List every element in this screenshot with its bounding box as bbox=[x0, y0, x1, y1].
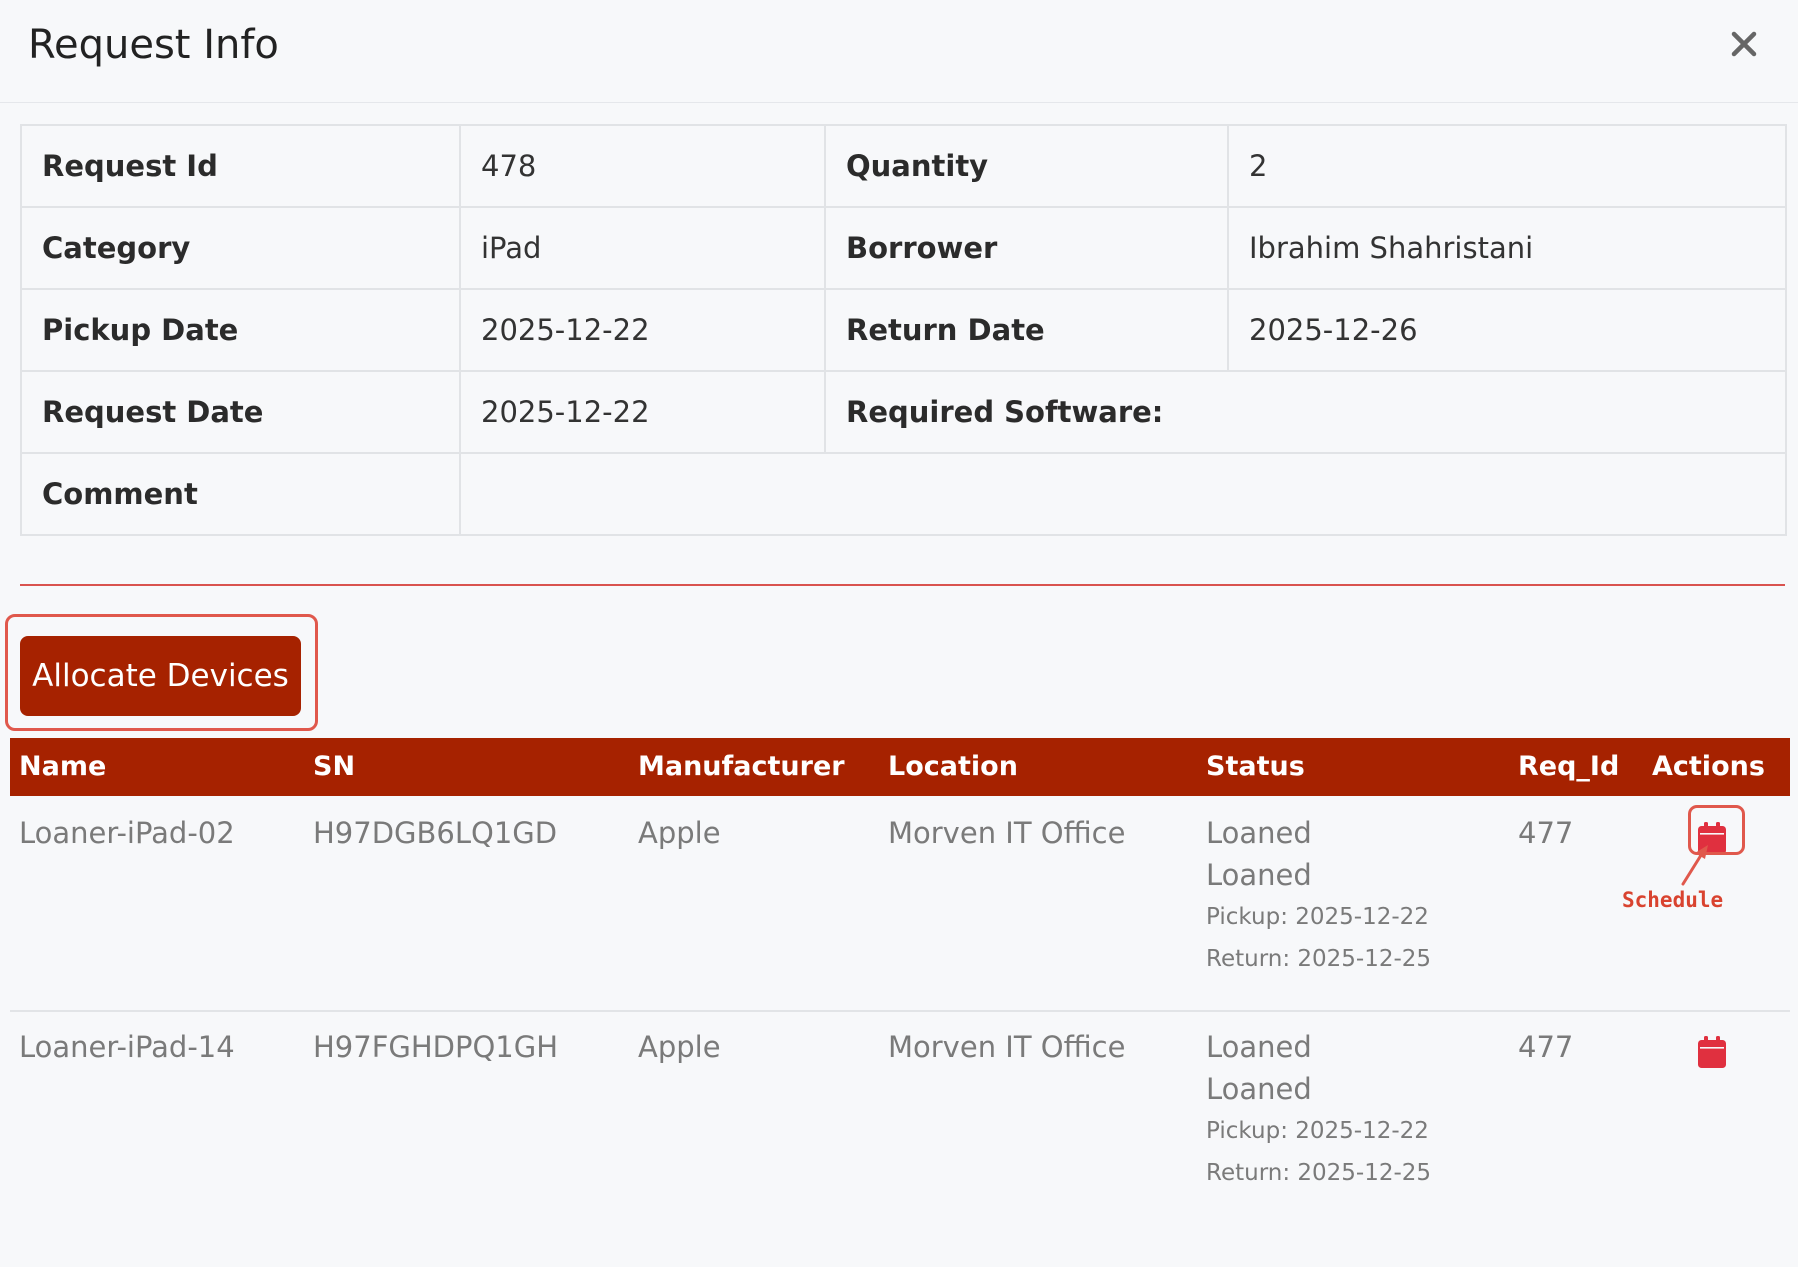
device-req-id: 477 bbox=[1518, 816, 1574, 850]
table-row: Loaner-iPad-02 H97DGB6LQ1GD Apple Morven… bbox=[10, 796, 1790, 1012]
device-name: Loaner-iPad-14 bbox=[19, 1030, 235, 1064]
request-info-table: Request Id 478 Quantity 2 Category iPad … bbox=[20, 124, 1787, 536]
return-date-label: Return Date bbox=[824, 288, 1229, 372]
comment-value bbox=[459, 452, 1787, 536]
pickup-date-value: 2025-12-22 bbox=[459, 288, 826, 372]
category-value: iPad bbox=[459, 206, 826, 290]
device-location: Morven IT Office bbox=[888, 1030, 1126, 1064]
calendar-icon bbox=[1698, 1036, 1726, 1068]
status-text: Loaned bbox=[1206, 1072, 1312, 1106]
section-divider bbox=[20, 584, 1785, 586]
column-header-req-id: Req_Id bbox=[1518, 751, 1620, 782]
modal-title: Request Info bbox=[28, 22, 279, 68]
device-manufacturer: Apple bbox=[638, 1030, 721, 1064]
close-button[interactable] bbox=[1716, 10, 1772, 66]
pickup-date-label: Pickup Date bbox=[20, 288, 461, 372]
required-software-label: Required Software: bbox=[824, 370, 1787, 454]
column-header-actions: Actions bbox=[1652, 751, 1765, 782]
info-row-category: Category iPad Borrower Ibrahim Shahrista… bbox=[20, 206, 1787, 290]
request-date-label: Request Date bbox=[20, 370, 461, 454]
borrower-value: Ibrahim Shahristani bbox=[1227, 206, 1787, 290]
column-header-manufacturer: Manufacturer bbox=[638, 751, 845, 782]
device-manufacturer: Apple bbox=[638, 816, 721, 850]
device-location: Morven IT Office bbox=[888, 816, 1126, 850]
device-status: Loaned Loaned Pickup: 2025-12-22 Return:… bbox=[1206, 1026, 1431, 1194]
status-text: Loaned bbox=[1206, 816, 1312, 850]
column-header-status: Status bbox=[1206, 751, 1305, 782]
info-row-comment: Comment bbox=[20, 452, 1787, 536]
pickup-text: Pickup: 2025-12-22 bbox=[1206, 1118, 1429, 1144]
status-text: Loaned bbox=[1206, 1030, 1312, 1064]
modal-header: Request Info bbox=[0, 0, 1798, 103]
quantity-label: Quantity bbox=[824, 124, 1229, 208]
request-id-value: 478 bbox=[459, 124, 826, 208]
allocate-devices-button[interactable]: Allocate Devices bbox=[20, 636, 301, 716]
comment-label: Comment bbox=[20, 452, 461, 536]
return-date-value: 2025-12-26 bbox=[1227, 288, 1787, 372]
category-label: Category bbox=[20, 206, 461, 290]
borrower-label: Borrower bbox=[824, 206, 1229, 290]
request-id-label: Request Id bbox=[20, 124, 461, 208]
device-status: Loaned Loaned Pickup: 2025-12-22 Return:… bbox=[1206, 812, 1431, 980]
column-header-name: Name bbox=[19, 751, 107, 782]
info-row-dates: Pickup Date 2025-12-22 Return Date 2025-… bbox=[20, 288, 1787, 372]
device-req-id: 477 bbox=[1518, 1030, 1574, 1064]
quantity-value: 2 bbox=[1227, 124, 1787, 208]
pickup-text: Pickup: 2025-12-22 bbox=[1206, 904, 1429, 930]
device-name: Loaner-iPad-02 bbox=[19, 816, 235, 850]
table-row: Loaner-iPad-14 H97FGHDPQ1GH Apple Morven… bbox=[10, 1010, 1790, 1224]
close-icon bbox=[1731, 31, 1757, 57]
return-text: Return: 2025-12-25 bbox=[1206, 1160, 1432, 1186]
devices-table-header: Name SN Manufacturer Location Status Req… bbox=[10, 738, 1790, 796]
schedule-button[interactable] bbox=[1690, 1028, 1734, 1072]
device-sn: H97DGB6LQ1GD bbox=[313, 816, 558, 850]
info-row-request-date: Request Date 2025-12-22 Required Softwar… bbox=[20, 370, 1787, 454]
column-header-location: Location bbox=[888, 751, 1018, 782]
return-text: Return: 2025-12-25 bbox=[1206, 946, 1432, 972]
column-header-sn: SN bbox=[313, 751, 356, 782]
annotation-arrow-icon bbox=[1681, 845, 1708, 886]
request-date-value: 2025-12-22 bbox=[459, 370, 826, 454]
status-text: Loaned bbox=[1206, 858, 1312, 892]
schedule-annotation-label: Schedule bbox=[1622, 888, 1724, 912]
request-info-modal: Request Info Request Id 478 Quantity 2 C… bbox=[0, 0, 1798, 1267]
info-row-request-id: Request Id 478 Quantity 2 bbox=[20, 124, 1787, 208]
device-sn: H97FGHDPQ1GH bbox=[313, 1030, 559, 1064]
